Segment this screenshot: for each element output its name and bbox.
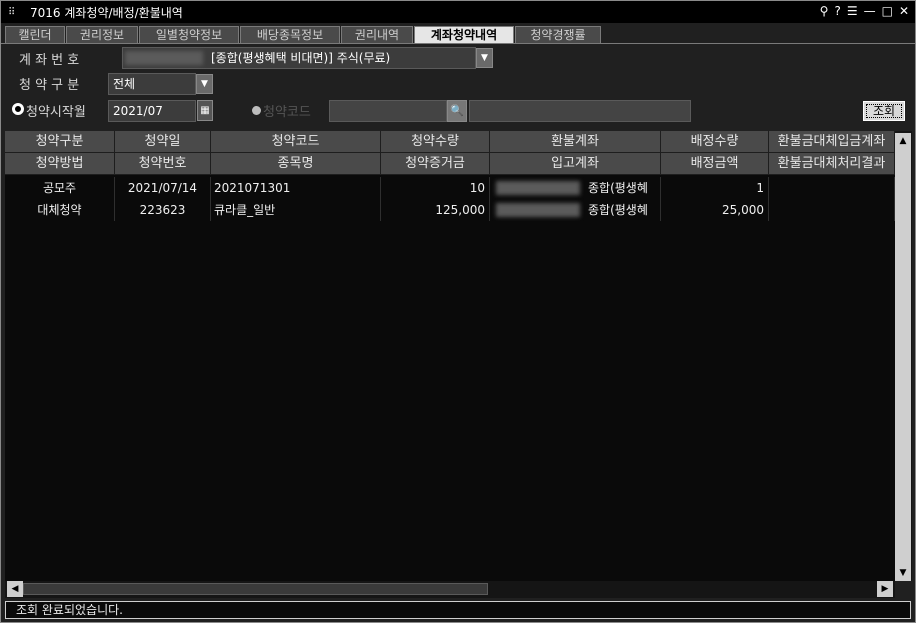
account-name: [종합(평생혜택 비대면)] 주식(무료): [211, 51, 391, 65]
tab-rights-history[interactable]: 권리내역: [341, 26, 413, 43]
type-label: 청 약 구 분: [19, 78, 80, 93]
masked-account-number: [125, 51, 203, 65]
minimize-icon[interactable]: —: [864, 4, 876, 18]
cell-refund-account: 종합(평생혜: [490, 177, 661, 199]
tab-competition-rate[interactable]: 청약경쟁률: [515, 26, 601, 43]
cell-deposit: 125,000: [381, 199, 490, 221]
cell-subscription-qty: 10: [381, 177, 490, 199]
col-header-stock-name[interactable]: 종목명: [211, 153, 381, 175]
cell-subscription-code: 2021071301: [211, 177, 381, 199]
masked-refund-account: [496, 181, 580, 195]
search-icon[interactable]: 🔍: [447, 100, 467, 122]
vertical-scroll-track[interactable]: [895, 149, 911, 565]
app-window: ⠿ 7016 계좌청약/배정/환불내역 ⚲ ? ☰ — □ ✕ 캘린더 권리정보…: [0, 0, 916, 623]
cell-allocated-amount: 25,000: [661, 199, 769, 221]
start-month-label: 청약시작월: [26, 105, 86, 120]
cell-stock-name: 큐라클_일반: [211, 199, 381, 221]
col-header-allocated-amount[interactable]: 배정금액: [661, 153, 769, 175]
col-header-subscription-number[interactable]: 청약번호: [115, 153, 211, 175]
tab-account-subscription[interactable]: 계좌청약내역: [414, 26, 514, 43]
col-header-subscription-code[interactable]: 청약코드: [211, 131, 381, 153]
col-header-subscription-date[interactable]: 청약일: [115, 131, 211, 153]
col-header-refund-account[interactable]: 환불계좌: [490, 131, 661, 153]
masked-receiving-account: [496, 203, 580, 217]
help-icon[interactable]: ?: [834, 4, 840, 18]
col-header-deposit[interactable]: 청약증거금: [381, 153, 490, 175]
code-input[interactable]: [329, 100, 447, 122]
title-bar: ⠿ 7016 계좌청약/배정/환불내역 ⚲ ? ☰ — □ ✕: [1, 1, 915, 23]
code-name-field: [469, 100, 691, 122]
refund-account-type: 종합(평생혜: [588, 181, 648, 195]
receiving-account-type: 종합(평생혜: [588, 203, 648, 217]
col-header-receiving-account[interactable]: 입고계좌: [490, 153, 661, 175]
results-grid: 청약구분 청약일 청약코드 청약수량 환불계좌 배정수량 환불금대체입금계좌 청…: [5, 131, 895, 581]
cell-refund-transfer-result: [769, 199, 895, 221]
col-header-refund-transfer-result[interactable]: 환불금대체처리결과: [769, 153, 895, 175]
account-label: 계 좌 번 호: [19, 53, 80, 68]
col-header-allocated-qty[interactable]: 배정수량: [661, 131, 769, 153]
start-month-radio[interactable]: [12, 103, 24, 115]
table-row[interactable]: 공모주 2021/07/14 2021071301 10 종합(평생혜 1 대체…: [5, 175, 895, 221]
tab-bar: 캘린더 권리정보 일별청약정보 배당종목정보 권리내역 계좌청약내역 청약경쟁률: [5, 26, 602, 43]
scroll-up-icon[interactable]: ▲: [895, 133, 911, 149]
maximize-icon[interactable]: □: [882, 4, 893, 18]
tab-rights-info[interactable]: 권리정보: [66, 26, 138, 43]
tab-divider: [1, 43, 915, 44]
vertical-scrollbar[interactable]: ▲ ▼: [895, 131, 912, 581]
type-dropdown-button[interactable]: ▼: [196, 74, 213, 94]
col-header-subscription-method[interactable]: 청약방법: [5, 153, 115, 175]
cell-refund-transfer-account: [769, 177, 895, 199]
col-header-subscription-qty[interactable]: 청약수량: [381, 131, 490, 153]
pin-icon[interactable]: ⚲: [820, 4, 829, 18]
tab-calendar[interactable]: 캘린더: [5, 26, 65, 43]
app-menu-icon[interactable]: ⠿: [8, 7, 22, 18]
cell-subscription-method: 대체청약: [5, 199, 115, 221]
scroll-down-icon[interactable]: ▼: [895, 565, 911, 581]
col-header-refund-transfer-account[interactable]: 환불금대체입금계좌: [769, 131, 895, 153]
cell-receiving-account: 종합(평생혜: [490, 199, 661, 221]
cell-subscription-type: 공모주: [5, 177, 115, 199]
horizontal-scrollbar[interactable]: ◀ ▶: [5, 581, 895, 598]
col-header-subscription-type[interactable]: 청약구분: [5, 131, 115, 153]
scroll-left-icon[interactable]: ◀: [7, 581, 23, 597]
tab-daily-subscription[interactable]: 일별청약정보: [139, 26, 239, 43]
cell-subscription-date: 2021/07/14: [115, 177, 211, 199]
account-select[interactable]: [종합(평생혜택 비대면)] 주식(무료): [122, 47, 476, 69]
scroll-right-icon[interactable]: ▶: [877, 581, 893, 597]
code-radio[interactable]: [252, 106, 261, 115]
cell-allocated-qty: 1: [661, 177, 769, 199]
code-label: 청약코드: [263, 105, 311, 120]
window-title: 7016 계좌청약/배정/환불내역: [30, 5, 183, 20]
search-button[interactable]: 조회: [863, 101, 905, 121]
type-select[interactable]: 전체: [108, 73, 196, 95]
close-icon[interactable]: ✕: [899, 4, 909, 18]
account-dropdown-button[interactable]: ▼: [476, 48, 493, 68]
menu-icon[interactable]: ☰: [847, 4, 858, 18]
status-bar: 조회 완료되었습니다.: [5, 601, 911, 619]
start-month-input[interactable]: 2021/07: [108, 100, 196, 122]
calendar-icon[interactable]: ▦: [197, 100, 213, 121]
cell-subscription-number: 223623: [115, 199, 211, 221]
horizontal-scroll-thumb[interactable]: [23, 583, 488, 595]
tab-dividend-stocks[interactable]: 배당종목정보: [240, 26, 340, 43]
